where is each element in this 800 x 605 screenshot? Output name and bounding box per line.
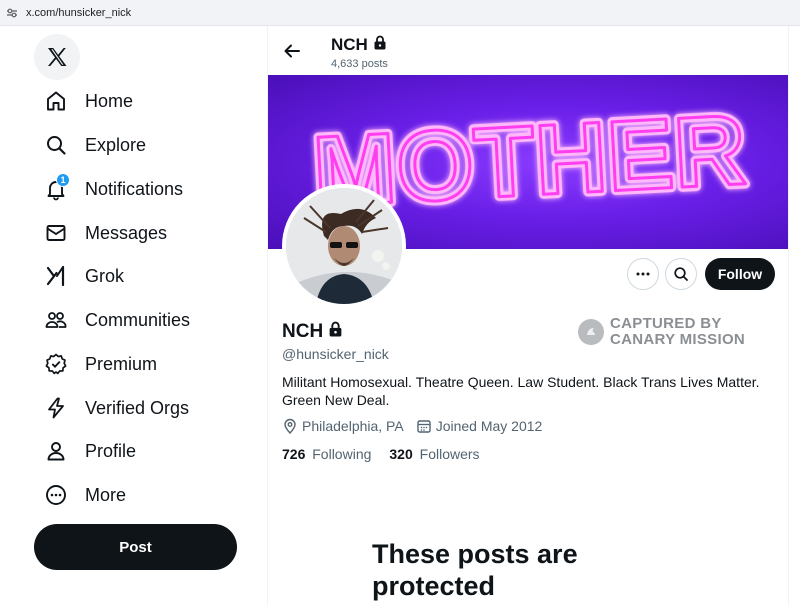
calendar-icon bbox=[417, 420, 431, 433]
profile-handle: @hunsicker_nick bbox=[282, 346, 389, 362]
grok-icon bbox=[44, 264, 68, 288]
sidebar-item-label: Communities bbox=[85, 309, 191, 330]
sidebar-item-label: Profile bbox=[85, 440, 137, 461]
followers-link[interactable]: 320 Followers bbox=[389, 446, 479, 462]
canary-seal-icon bbox=[578, 319, 604, 345]
person-icon bbox=[44, 439, 68, 463]
display-name: NCH bbox=[282, 321, 324, 342]
profile-location: Philadelphia, PA bbox=[302, 418, 404, 434]
profile-bio: Militant Homosexual. Theatre Queen. Law … bbox=[282, 374, 760, 408]
sidebar-item-label: Home bbox=[85, 90, 134, 111]
profile-meta: Philadelphia, PA Joined May 2012 bbox=[282, 418, 554, 434]
followers-label: Followers bbox=[419, 446, 480, 462]
sidebar-item-grok[interactable]: Grok bbox=[44, 261, 124, 291]
url-text: x.com/hunsicker_nick bbox=[26, 6, 132, 19]
sidebar-item-messages[interactable]: Messages bbox=[44, 218, 167, 248]
sidebar-item-home[interactable]: Home bbox=[44, 86, 133, 116]
people-icon bbox=[44, 308, 68, 332]
search-profile-button[interactable] bbox=[665, 258, 697, 290]
profile-column: NCH 4,633 posts MOTHER MOTHER Follow NCH… bbox=[267, 26, 789, 605]
search-icon bbox=[674, 267, 688, 281]
profile-header-bar: NCH 4,633 posts bbox=[268, 26, 788, 75]
sidebar-item-label: More bbox=[85, 484, 127, 505]
address-bar[interactable]: x.com/hunsicker_nick bbox=[0, 0, 800, 26]
sidebar-item-explore[interactable]: Explore bbox=[44, 130, 146, 160]
search-icon bbox=[44, 133, 68, 157]
post-count: 4,633 posts bbox=[331, 58, 388, 70]
follow-button[interactable]: Follow bbox=[705, 258, 775, 290]
sidebar-item-label: Grok bbox=[85, 265, 125, 286]
sidebar-item-more[interactable]: More bbox=[44, 480, 126, 510]
x-logo-icon[interactable] bbox=[34, 34, 80, 80]
followers-count: 320 bbox=[389, 446, 413, 462]
sidebar-item-communities[interactable]: Communities bbox=[44, 305, 190, 335]
more-options-button[interactable] bbox=[627, 258, 659, 290]
lock-icon bbox=[328, 321, 343, 343]
sidebar-item-label: Verified Orgs bbox=[85, 397, 190, 418]
sidebar-item-notifications[interactable]: 1 Notifications bbox=[44, 173, 184, 204]
follow-stats: 726 Following 320 Followers bbox=[282, 446, 498, 462]
verified-badge-icon bbox=[44, 352, 68, 376]
sidebar-item-label: Notifications bbox=[85, 178, 184, 199]
sidebar-item-label: Premium bbox=[85, 353, 158, 374]
lightning-icon bbox=[44, 396, 68, 420]
sidebar-item-premium[interactable]: Premium bbox=[44, 349, 157, 379]
protected-posts-message: These posts are protected bbox=[372, 539, 578, 601]
header-name: NCH bbox=[331, 35, 368, 54]
sidebar-item-label: Explore bbox=[85, 134, 147, 155]
watermark-stamp: CAPTURED BY CANARY MISSION bbox=[578, 316, 745, 348]
following-link[interactable]: 726 Following bbox=[282, 446, 371, 462]
post-button[interactable]: Post bbox=[34, 524, 237, 570]
sidebar-item-profile[interactable]: Profile bbox=[44, 436, 136, 466]
following-count: 726 bbox=[282, 446, 306, 462]
back-arrow-icon[interactable] bbox=[282, 41, 302, 61]
sidebar-item-verified-orgs[interactable]: Verified Orgs bbox=[44, 393, 189, 423]
avatar[interactable] bbox=[282, 184, 406, 308]
site-settings-icon[interactable] bbox=[6, 6, 20, 20]
profile-name: NCH bbox=[282, 321, 343, 343]
more-horizontal-icon bbox=[636, 272, 650, 276]
following-label: Following bbox=[312, 446, 372, 462]
home-icon bbox=[44, 89, 68, 113]
header-title: NCH bbox=[331, 35, 387, 55]
watermark-line-1: CAPTURED BY bbox=[610, 315, 722, 332]
sidebar-item-label: Messages bbox=[85, 222, 168, 243]
more-circle-icon bbox=[44, 483, 68, 507]
watermark-line-2: CANARY MISSION bbox=[610, 331, 746, 348]
profile-joined: Joined May 2012 bbox=[435, 418, 543, 434]
lock-icon bbox=[373, 35, 387, 55]
location-pin-icon bbox=[284, 418, 296, 434]
envelope-icon bbox=[44, 221, 68, 245]
sidebar-nav: Home Explore 1 Notifications Messages Gr… bbox=[0, 26, 267, 605]
notification-badge: 1 bbox=[56, 173, 70, 187]
bell-icon: 1 bbox=[44, 173, 70, 201]
